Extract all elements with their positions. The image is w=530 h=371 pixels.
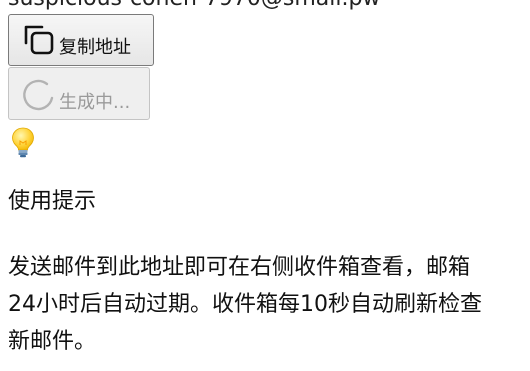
generating-button: 生成中... xyxy=(8,67,150,120)
loading-spinner-icon xyxy=(21,76,57,112)
tips-body: 发送邮件到此地址即可在右侧收件箱查看，邮箱 24小时后自动过期。收件箱每10秒自… xyxy=(8,249,530,360)
tips-title: 使用提示 xyxy=(8,189,97,214)
email-address: suspicious-cohen-7970@smail.pw xyxy=(8,0,380,12)
copy-icon xyxy=(21,22,57,58)
copy-address-button[interactable]: 复制地址 xyxy=(8,14,154,66)
tips-line: 新邮件。 xyxy=(8,329,97,354)
copy-address-label: 复制地址 xyxy=(59,37,131,58)
tips-line: 24小时后自动过期。收件箱每10秒自动刷新检查 xyxy=(8,292,482,317)
tips-line: 发送邮件到此地址即可在右侧收件箱查看，邮箱 xyxy=(8,255,471,280)
generating-label: 生成中... xyxy=(59,91,131,113)
lightbulb-icon xyxy=(10,126,36,158)
